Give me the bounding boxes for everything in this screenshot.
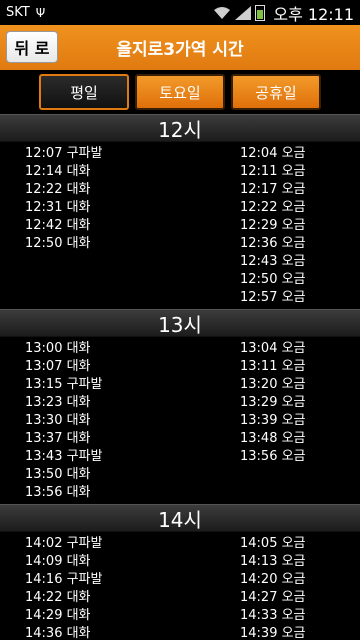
departure-entry: 13:04 오금 xyxy=(240,341,306,356)
signal-icon xyxy=(235,5,252,20)
carrier-label: SKT xyxy=(6,5,30,20)
departure-entry: 13:50 대화 xyxy=(25,467,91,482)
hour-section: 12:07 구파발 12:14 대화 12:22 대화 12:31 대화 12:42 대… xyxy=(0,142,360,309)
departure-entry: 12:50 오금 xyxy=(240,272,306,287)
departure-entry: 14:39 오금 xyxy=(240,626,306,640)
departure-entry: 14:05 오금 xyxy=(240,536,306,551)
departure-entry: 14:22 대화 xyxy=(25,590,91,605)
tab-holiday[interactable]: 공휴일 xyxy=(231,74,321,110)
departure-entry: 13:15 구파발 xyxy=(25,377,103,392)
departure-entry: 14:27 오금 xyxy=(240,590,306,605)
departures-toward-daehwa: 14:02 구파발 14:09 대화 14:16 구파발 14:22 대화 14:29 … xyxy=(0,535,215,640)
departure-entry: 12:36 오금 xyxy=(240,236,306,251)
tab-weekday[interactable]: 평일 xyxy=(39,74,129,110)
tab-saturday[interactable]: 토요일 xyxy=(135,74,225,110)
departure-entry: 12:50 대화 xyxy=(25,236,91,251)
hour-header: 13시 xyxy=(0,309,360,337)
departure-entry: 13:23 대화 xyxy=(25,395,91,410)
battery-icon xyxy=(255,4,266,21)
departure-entry: 13:39 오금 xyxy=(240,413,306,428)
back-button[interactable]: 뒤 로 xyxy=(6,31,58,63)
departure-entry: 13:37 대화 xyxy=(25,431,91,446)
departure-entry: 13:11 오금 xyxy=(240,359,306,374)
departure-entry: 13:43 구파발 xyxy=(25,449,103,464)
departures-toward-ogeum: 12:04 오금 12:11 오금 12:17 오금 12:22 오금 12:29 오금… xyxy=(215,145,306,307)
departure-entry: 12:14 대화 xyxy=(25,164,91,179)
timetable[interactable]: 12시 12:07 구파발 12:14 대화 12:22 대화 12:31 대화 12:4… xyxy=(0,114,360,640)
status-icons: 오후 12:11 xyxy=(213,1,354,25)
departure-entry: 14:13 오금 xyxy=(240,554,306,569)
departure-entry: 12:57 오금 xyxy=(240,290,306,305)
departure-entry: 13:29 오금 xyxy=(240,395,306,410)
departure-entry: 14:16 구파발 xyxy=(25,572,103,587)
departure-entry: 12:29 오금 xyxy=(240,218,306,233)
departure-entry: 12:04 오금 xyxy=(240,146,306,161)
departure-entry: 12:42 대화 xyxy=(25,218,91,233)
departure-entry: 14:02 구파발 xyxy=(25,536,103,551)
departure-entry: 14:09 대화 xyxy=(25,554,91,569)
departures-toward-daehwa: 12:07 구파발 12:14 대화 12:22 대화 12:31 대화 12:42 대… xyxy=(0,145,215,307)
departure-entry: 12:22 대화 xyxy=(25,182,91,197)
wifi-icon xyxy=(214,6,231,19)
usb-icon: Ψ xyxy=(35,5,46,20)
departure-entry: 13:56 대화 xyxy=(25,485,91,500)
hour-header: 14시 xyxy=(0,504,360,532)
departure-entry: 12:22 오금 xyxy=(240,200,306,215)
title-bar: 뒤 로 을지로3가역 시간 xyxy=(0,25,360,70)
departure-entry: 14:20 오금 xyxy=(240,572,306,587)
status-bar: SKT Ψ 오후 12:11 xyxy=(0,0,360,25)
departure-entry: 13:56 오금 xyxy=(240,449,306,464)
departure-entry: 13:20 오금 xyxy=(240,377,306,392)
departure-entry: 12:17 오금 xyxy=(240,182,306,197)
departures-toward-daehwa: 13:00 대화 13:07 대화 13:15 구파발 13:23 대화 13:30 대… xyxy=(0,340,215,502)
departure-entry: 12:43 오금 xyxy=(240,254,306,269)
departure-entry: 12:07 구파발 xyxy=(25,146,103,161)
departures-toward-ogeum: 14:05 오금 14:13 오금 14:20 오금 14:27 오금 14:33 오금… xyxy=(215,535,306,640)
departure-entry: 12:31 대화 xyxy=(25,200,91,215)
clock: 오후 12:11 xyxy=(273,4,354,24)
departure-entry: 13:48 오금 xyxy=(240,431,306,446)
departure-entry: 14:29 대화 xyxy=(25,608,91,623)
departures-toward-ogeum: 13:04 오금 13:11 오금 13:20 오금 13:29 오금 13:39 오금… xyxy=(215,340,306,502)
day-type-tabs: 평일 토요일 공휴일 xyxy=(0,70,360,114)
page-title: 을지로3가역 시간 xyxy=(116,40,244,60)
departure-entry: 14:33 오금 xyxy=(240,608,306,623)
hour-header: 12시 xyxy=(0,114,360,142)
departure-entry: 12:11 오금 xyxy=(240,164,306,179)
departure-entry: 13:30 대화 xyxy=(25,413,91,428)
departure-entry: 13:00 대화 xyxy=(25,341,91,356)
hour-section: 13:00 대화 13:07 대화 13:15 구파발 13:23 대화 13:30 대… xyxy=(0,337,360,504)
departure-entry: 13:07 대화 xyxy=(25,359,91,374)
hour-section: 14:02 구파발 14:09 대화 14:16 구파발 14:22 대화 14:29 … xyxy=(0,532,360,640)
departure-entry: 14:36 대화 xyxy=(25,626,91,640)
